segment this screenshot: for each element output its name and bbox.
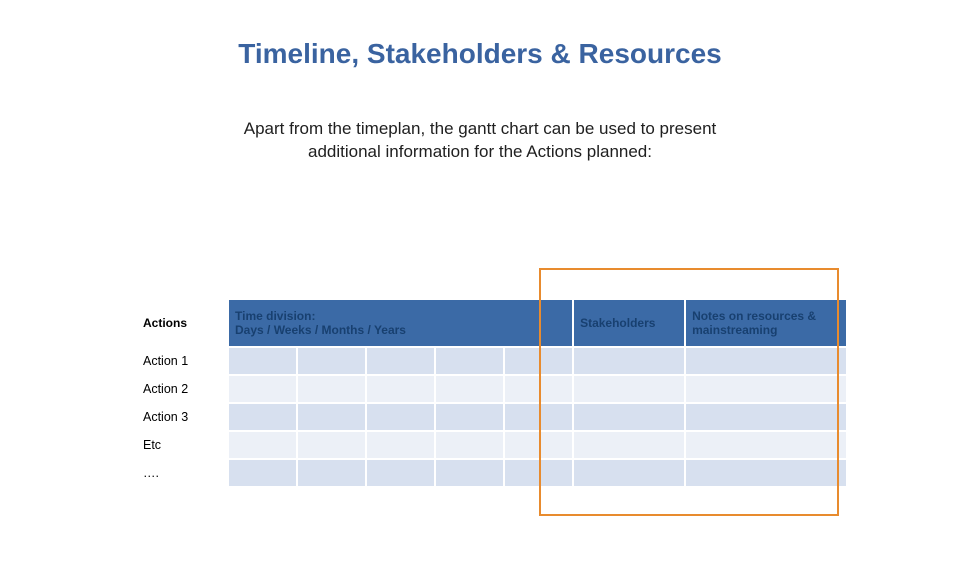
- cell: [367, 460, 434, 486]
- table-row: ….: [137, 460, 846, 486]
- cell: [505, 404, 572, 430]
- table-row: Action 1: [137, 348, 846, 374]
- row-label: Etc: [137, 432, 227, 458]
- cell: [436, 348, 503, 374]
- cell: [686, 432, 846, 458]
- cell: [298, 404, 365, 430]
- cell: [686, 460, 846, 486]
- table-row: Action 2: [137, 376, 846, 402]
- cell: [574, 432, 684, 458]
- cell: [574, 404, 684, 430]
- cell: [574, 348, 684, 374]
- slide-subtitle: Apart from the timeplan, the gantt chart…: [0, 118, 960, 164]
- cell: [229, 404, 296, 430]
- cell: [505, 376, 572, 402]
- cell: [436, 432, 503, 458]
- gantt-table-container: Actions Time division: Days / Weeks / Mo…: [135, 298, 830, 488]
- cell: [436, 460, 503, 486]
- table-header-row: Actions Time division: Days / Weeks / Mo…: [137, 300, 846, 346]
- header-notes: Notes on resources & mainstreaming: [686, 300, 846, 346]
- cell: [436, 376, 503, 402]
- cell: [505, 348, 572, 374]
- cell: [686, 348, 846, 374]
- gantt-table: Actions Time division: Days / Weeks / Mo…: [135, 298, 848, 488]
- cell: [229, 432, 296, 458]
- cell: [229, 460, 296, 486]
- row-label: Action 3: [137, 404, 227, 430]
- cell: [367, 432, 434, 458]
- cell: [367, 404, 434, 430]
- cell: [298, 348, 365, 374]
- slide-title: Timeline, Stakeholders & Resources: [0, 38, 960, 70]
- cell: [367, 376, 434, 402]
- cell: [686, 376, 846, 402]
- cell: [298, 460, 365, 486]
- row-label: Action 2: [137, 376, 227, 402]
- cell: [229, 376, 296, 402]
- cell: [574, 376, 684, 402]
- header-time-division: Time division: Days / Weeks / Months / Y…: [229, 300, 572, 346]
- cell: [298, 376, 365, 402]
- cell: [367, 348, 434, 374]
- cell: [686, 404, 846, 430]
- cell: [505, 432, 572, 458]
- cell: [505, 460, 572, 486]
- cell: [574, 460, 684, 486]
- row-label: ….: [137, 460, 227, 486]
- cell: [436, 404, 503, 430]
- table-row: Etc: [137, 432, 846, 458]
- row-label: Action 1: [137, 348, 227, 374]
- table-row: Action 3: [137, 404, 846, 430]
- cell: [229, 348, 296, 374]
- header-actions: Actions: [137, 300, 227, 346]
- cell: [298, 432, 365, 458]
- header-stakeholders: Stakeholders: [574, 300, 684, 346]
